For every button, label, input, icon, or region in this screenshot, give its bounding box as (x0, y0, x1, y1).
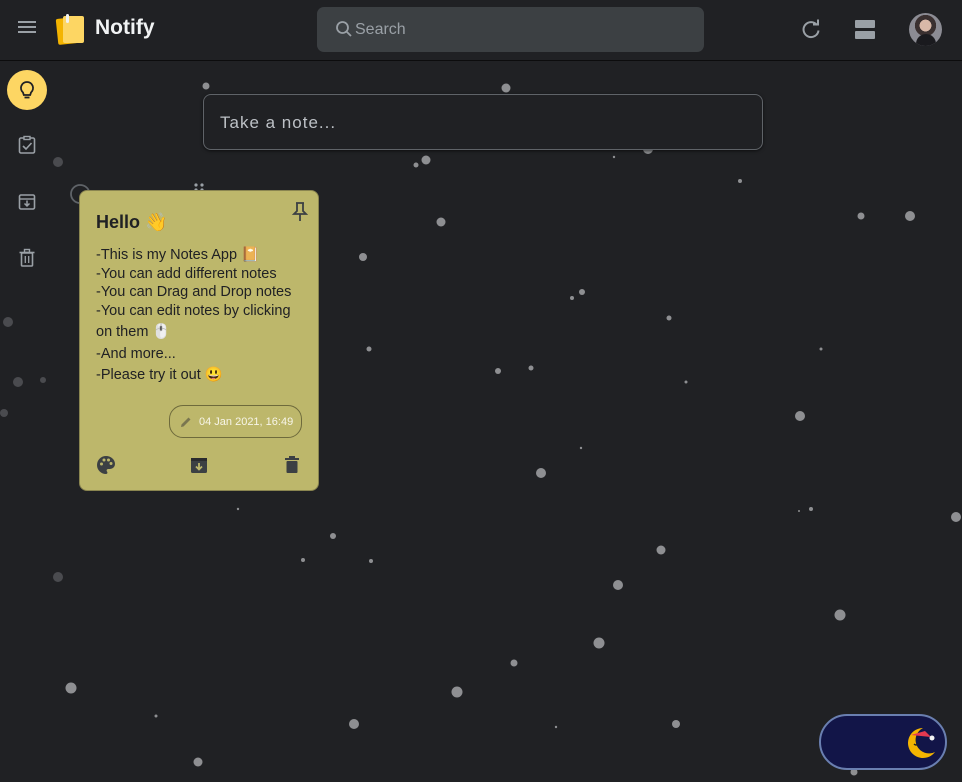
refresh-icon[interactable] (799, 18, 823, 42)
top-bar: Notify (0, 0, 962, 61)
edited-date: 04 Jan 2021, 16:49 (199, 416, 294, 428)
note-title: Hello 👋 (96, 212, 168, 232)
search-input[interactable] (355, 13, 685, 46)
sleeping-moon-icon (908, 728, 935, 758)
hamburger-icon (18, 21, 36, 23)
note-toolbar (80, 453, 320, 477)
sidebar-item-notes[interactable] (7, 70, 47, 110)
lightbulb-icon (20, 81, 34, 99)
archive-icon[interactable] (187, 453, 211, 477)
note-line: -And more... (96, 345, 176, 362)
dark-mode-toggle[interactable] (819, 714, 947, 770)
note-line: -This is my Notes App 📔 (96, 247, 260, 263)
edited-timestamp: 04 Jan 2021, 16:49 (169, 405, 302, 438)
palette-icon[interactable] (94, 453, 118, 477)
archive-icon (18, 194, 36, 210)
checklist-icon (18, 135, 36, 154)
sidebar-item-checklist[interactable] (7, 125, 47, 165)
user-avatar[interactable] (909, 13, 942, 46)
note-card[interactable]: Hello 👋 -This is my Notes App 📔 -You can… (79, 190, 319, 491)
note-line: -You can Drag and Drop notes (96, 284, 292, 300)
list-view-icon (855, 20, 875, 28)
sidebar (0, 62, 56, 782)
trash-icon (19, 248, 35, 267)
main-menu-button[interactable] (14, 18, 40, 44)
take-note-box[interactable] (203, 94, 763, 150)
notes-logo-icon (55, 14, 84, 45)
sidebar-item-trash[interactable] (7, 238, 47, 278)
take-note-input[interactable] (220, 109, 740, 137)
pencil-icon (181, 417, 191, 427)
note-line: -You can edit notes by clicking (96, 302, 291, 319)
note-line: -You can add different notes (96, 265, 277, 282)
trash-icon[interactable] (280, 453, 304, 477)
note-body: -This is my Notes App 📔 -You can add dif… (96, 246, 308, 385)
note-line: -Please try it out 😃 (96, 367, 223, 383)
list-view-toggle-button[interactable] (855, 20, 877, 40)
app-title: Notify (95, 16, 155, 39)
sidebar-item-archive[interactable] (7, 182, 47, 222)
search-bar[interactable] (317, 7, 704, 52)
note-line: on them 🖱️ (96, 324, 171, 340)
search-icon (336, 21, 352, 37)
pin-icon[interactable] (289, 200, 311, 224)
